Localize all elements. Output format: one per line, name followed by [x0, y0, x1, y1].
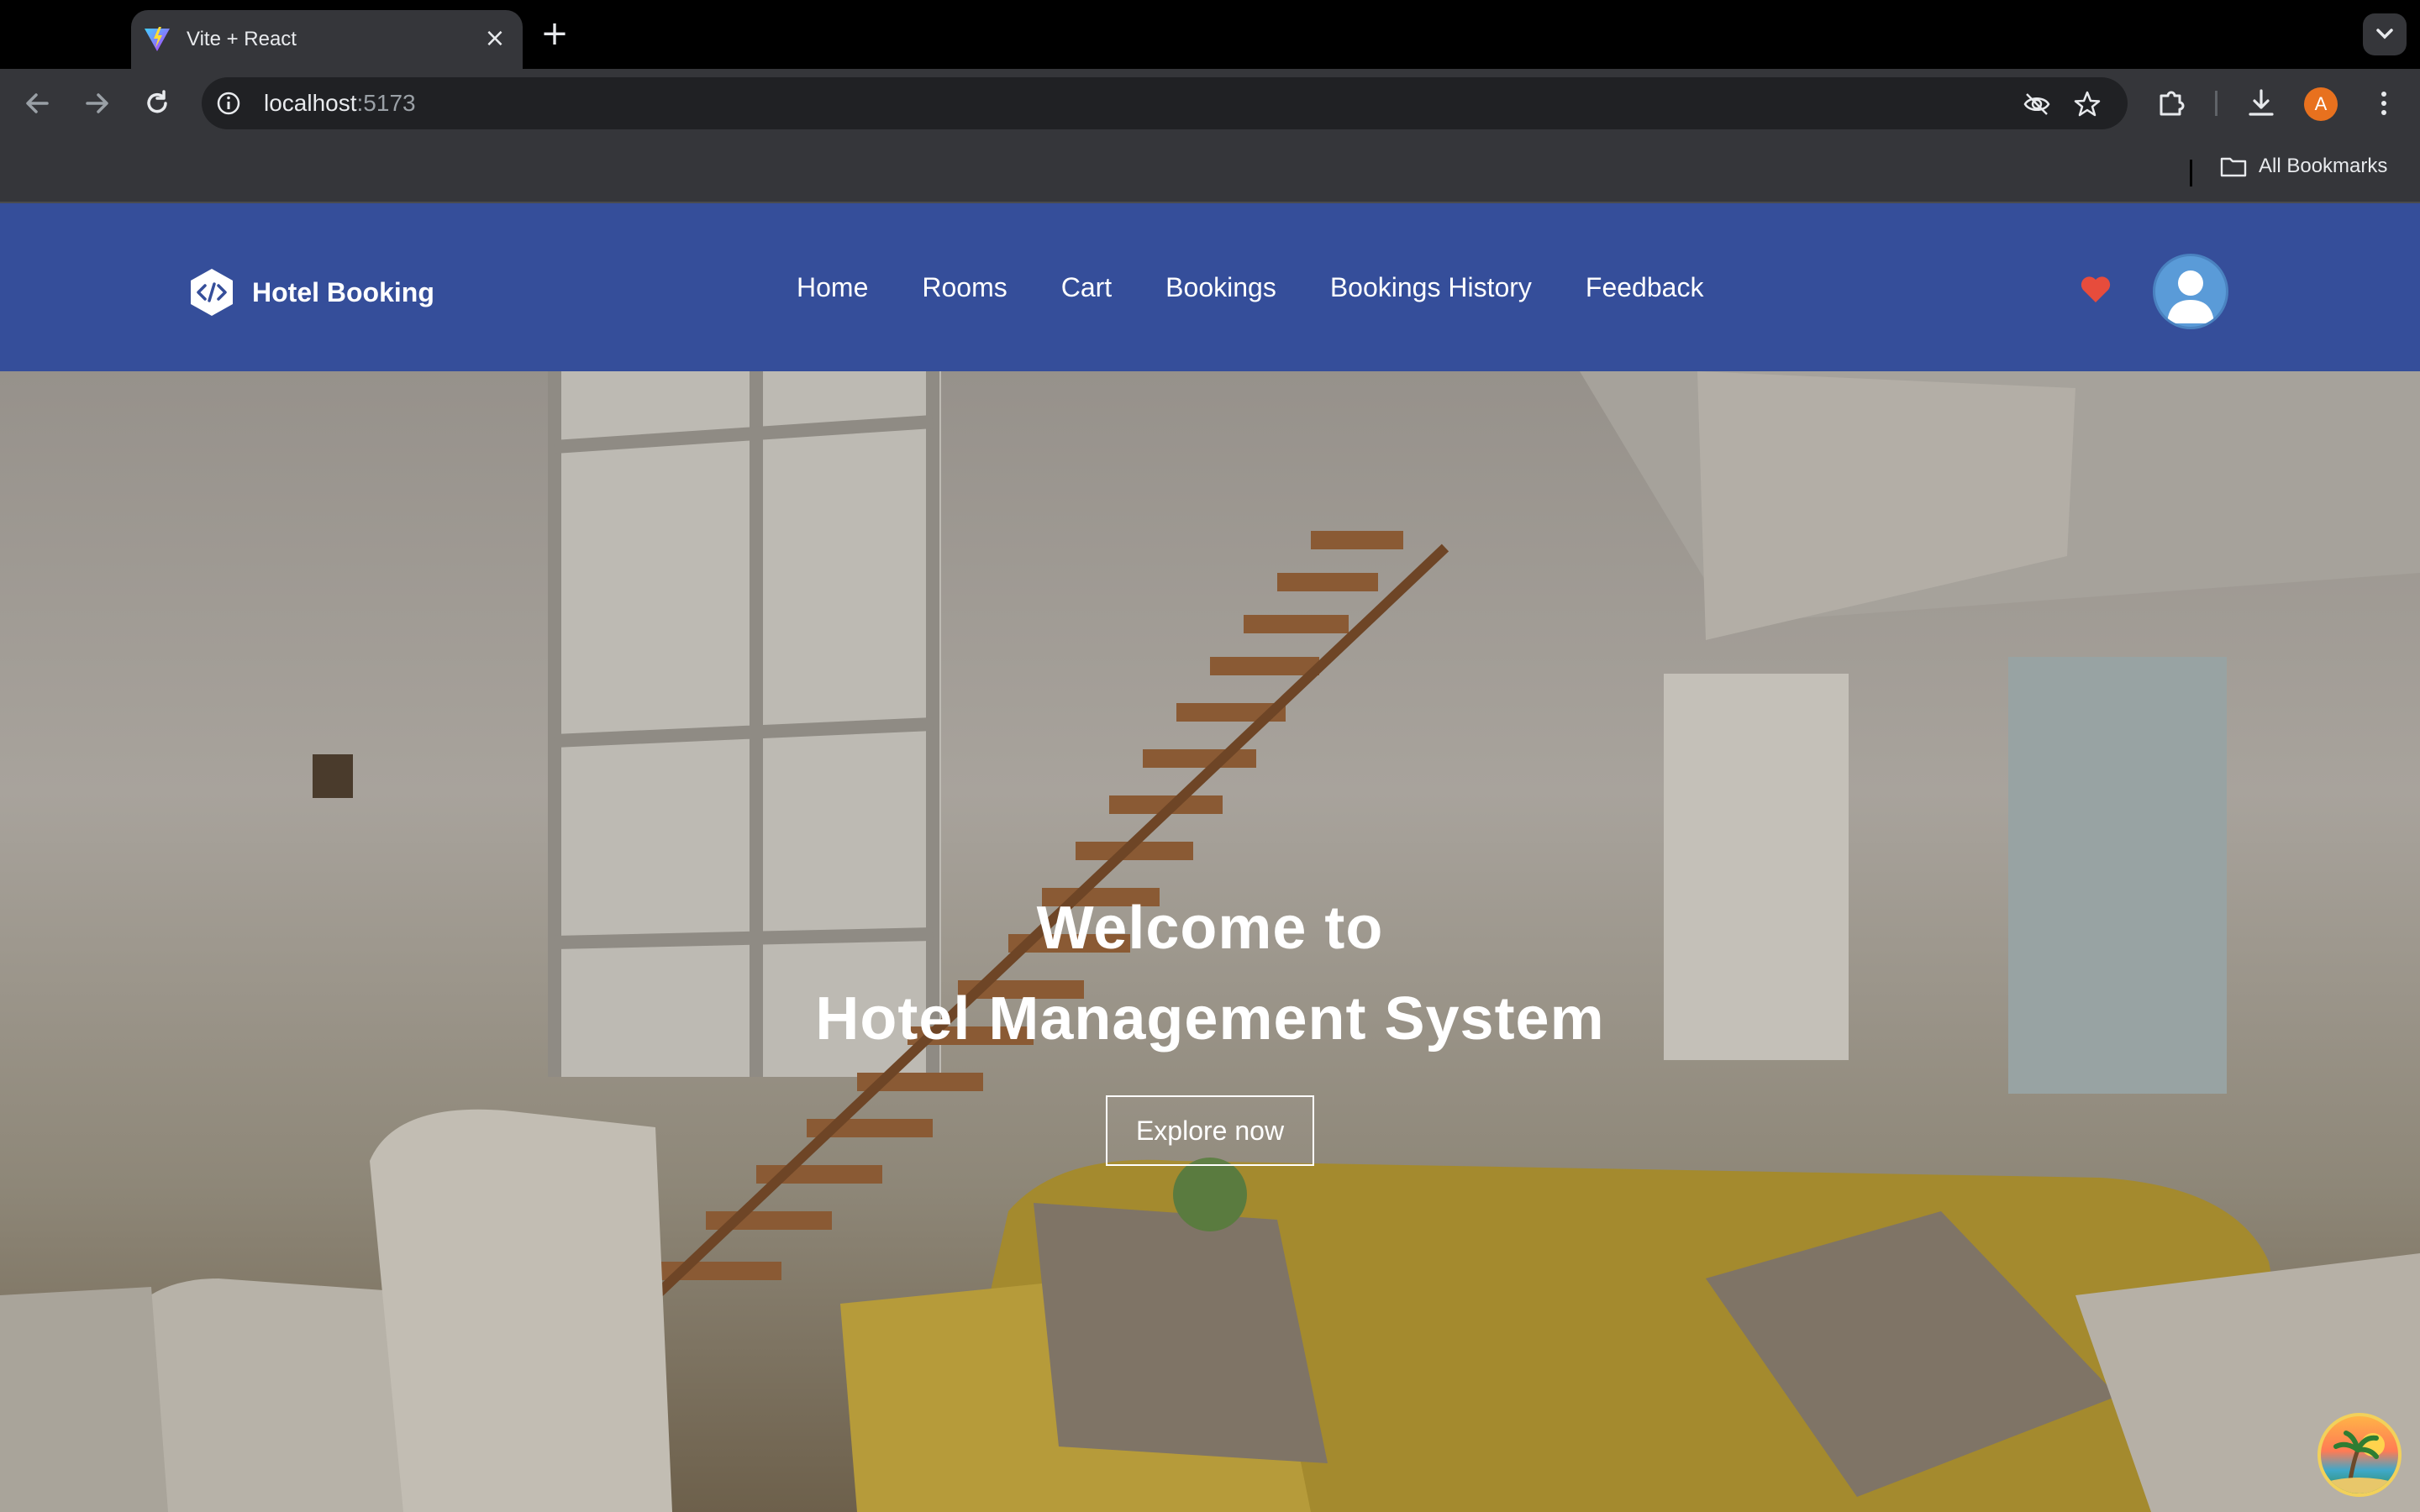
back-arrow-icon[interactable]: [18, 84, 57, 123]
chevron-down-icon: [2376, 29, 2393, 39]
beach-avatar-badge[interactable]: [2317, 1413, 2402, 1497]
all-bookmarks-label: All Bookmarks: [2259, 155, 2388, 177]
site-navbar: Hotel Booking Home Rooms Cart Bookings B…: [0, 203, 2420, 371]
bookmark-star-icon[interactable]: [2072, 89, 2102, 119]
palm-tree-icon: [2321, 1431, 2398, 1494]
nav-home[interactable]: Home: [797, 272, 868, 303]
site-info-icon[interactable]: [213, 88, 244, 118]
browser-tab-active[interactable]: Vite + React ×: [131, 10, 523, 69]
nav-feedback[interactable]: Feedback: [1586, 272, 1704, 303]
nav-cart[interactable]: Cart: [1061, 272, 1112, 303]
tab-title: Vite + React: [187, 28, 297, 50]
address-bar[interactable]: localhost:5173: [202, 77, 2128, 129]
folder-icon: [2220, 157, 2247, 177]
brand-logo-link[interactable]: Hotel Booking: [188, 267, 434, 318]
browser-toolbar: localhost:5173 A: [0, 69, 2420, 138]
tab-close-icon[interactable]: ×: [481, 25, 509, 54]
forward-arrow-icon[interactable]: [77, 84, 116, 123]
hero-heading-line-1: Welcome to: [1036, 895, 1384, 962]
vite-favicon-icon: [145, 27, 170, 51]
nav-bookings[interactable]: Bookings: [1165, 272, 1276, 303]
all-bookmarks-button[interactable]: All Bookmarks: [2220, 155, 2387, 178]
user-avatar[interactable]: [2153, 254, 2228, 329]
heart-icon[interactable]: [2079, 274, 2112, 304]
toolbar-divider: [2215, 91, 2217, 116]
hero-background-image: [0, 203, 2420, 1512]
browser-tab-strip: Vite + React × +: [0, 0, 2420, 69]
bookmarks-divider: [2190, 160, 2192, 186]
reload-icon[interactable]: [138, 84, 176, 123]
hero-section: [0, 203, 2420, 1512]
extensions-puzzle-icon[interactable]: [2154, 86, 2190, 121]
code-hexagon-logo-icon: [191, 269, 233, 316]
kebab-menu-icon[interactable]: [2366, 86, 2402, 121]
nav-rooms[interactable]: Rooms: [922, 272, 1007, 303]
download-icon[interactable]: [2244, 86, 2279, 121]
new-tab-plus-icon[interactable]: +: [538, 15, 571, 52]
nav-bookings-history[interactable]: Bookings History: [1330, 272, 1532, 303]
profile-avatar[interactable]: A: [2304, 87, 2338, 121]
hero-heading-line-2: Hotel Management System: [815, 985, 1605, 1053]
main-nav: Home Rooms Cart Bookings Bookings Histor…: [797, 203, 1757, 371]
web-page: Hotel Booking Home Rooms Cart Bookings B…: [0, 203, 2420, 1512]
brand-name: Hotel Booking: [252, 276, 434, 307]
bookmarks-bar: All Bookmarks: [0, 138, 2420, 203]
user-icon: [2167, 270, 2214, 323]
tab-search-button[interactable]: [2363, 13, 2407, 55]
explore-now-button[interactable]: Explore now: [1106, 1095, 1314, 1166]
url-text: localhost:5173: [264, 90, 416, 116]
eye-off-icon[interactable]: [2022, 89, 2052, 119]
